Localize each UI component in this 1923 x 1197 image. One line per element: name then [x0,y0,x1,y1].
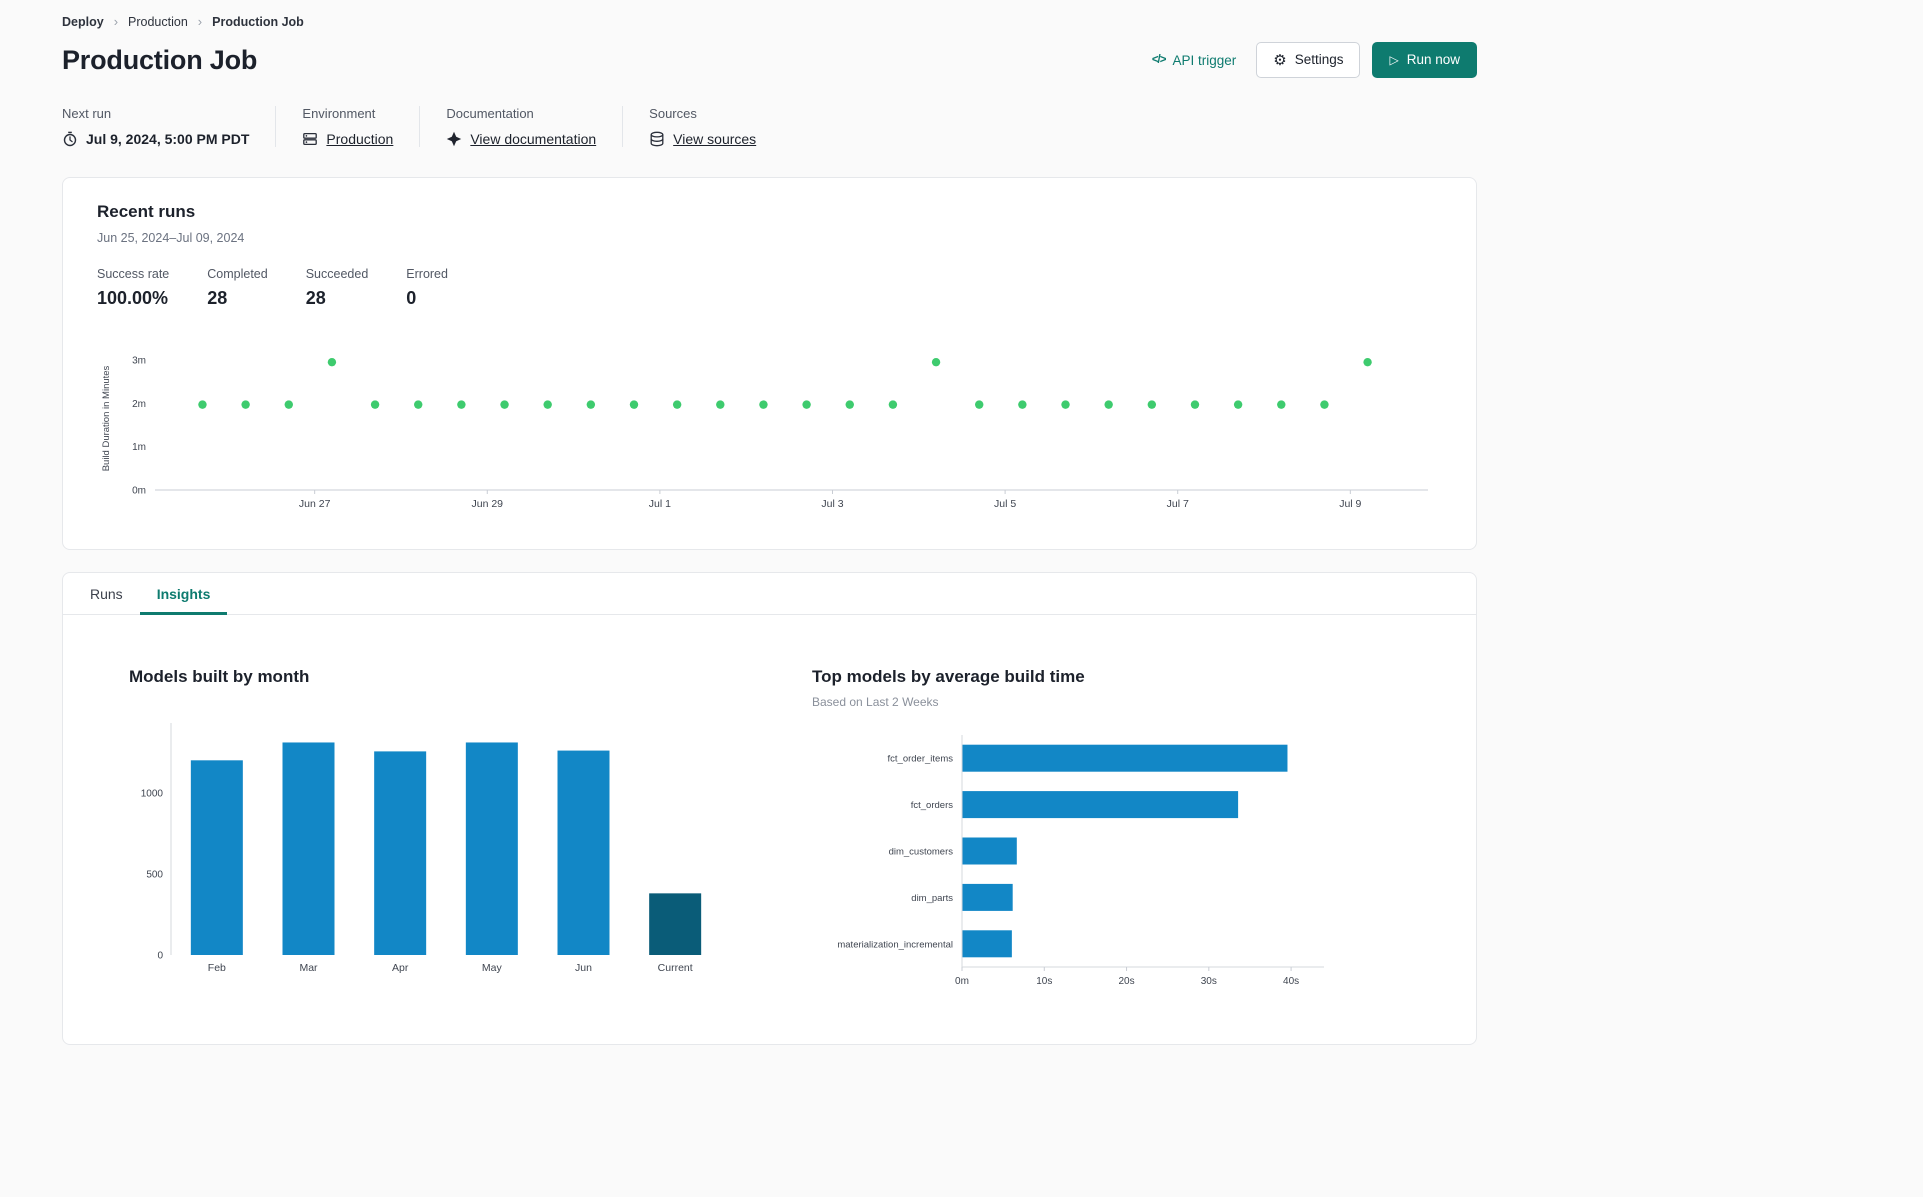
svg-text:Current: Current [658,962,693,974]
recent-runs-title: Recent runs [97,202,196,222]
environment-link[interactable]: Production [326,131,393,147]
svg-text:Apr: Apr [392,962,409,974]
documentation-label: Documentation [446,106,534,122]
svg-text:Jun 29: Jun 29 [472,498,504,510]
models-built-panel: Models built by month 0 500 1000 Feb Mar Apr M… [129,667,812,1002]
tab-insights[interactable]: Insights [139,573,228,616]
svg-text:0m: 0m [132,486,146,497]
svg-text:Jul 3: Jul 3 [821,498,843,510]
svg-text:30s: 30s [1201,976,1217,987]
svg-text:Jul 5: Jul 5 [994,498,1016,510]
svg-text:Jul 1: Jul 1 [649,498,671,510]
svg-text:Jun 27: Jun 27 [299,498,331,510]
svg-text:0: 0 [157,951,163,962]
sources-cell: Sources View sources [622,106,782,148]
recent-runs-stats: Success rate 100.00% Completed 28 Succee… [97,267,1442,309]
svg-text:Jul 7: Jul 7 [1167,498,1189,510]
svg-text:20s: 20s [1118,976,1134,987]
svg-text:Jun: Jun [575,962,592,974]
gear-icon: ⚙ [1273,51,1287,69]
run-now-label: Run now [1406,52,1460,67]
svg-text:10s: 10s [1036,976,1052,987]
environment-icon [302,131,318,147]
chevron-right-icon: › [197,14,203,29]
page-header: Production Job </> API trigger ⚙ Setting… [62,42,1477,79]
view-sources-link[interactable]: View sources [673,131,756,147]
run-now-button[interactable]: ▷ Run now [1372,42,1477,79]
page-container: Deploy › Production › Production Job Pro… [62,0,1477,1075]
code-icon: </> [1151,54,1167,67]
sources-label: Sources [649,106,697,122]
svg-text:3m: 3m [132,356,146,367]
database-icon [649,131,665,147]
svg-text:fct_orders: fct_orders [911,800,953,811]
top-models-subtitle: Based on Last 2 Weeks [812,695,939,710]
breadcrumb-deploy[interactable]: Deploy [62,15,104,29]
svg-text:Mar: Mar [299,962,318,974]
chevron-right-icon: › [113,14,119,29]
recent-runs-card: Recent runs Jun 25, 2024–Jul 09, 2024 Su… [62,177,1477,551]
svg-text:40s: 40s [1283,976,1299,987]
job-detail-card: Runs Insights Models built by month 0 500… [62,572,1477,1046]
insights-panel: Models built by month 0 500 1000 Feb Mar Apr M… [63,615,1476,1044]
breadcrumb-production-job: Production Job [212,14,304,29]
svg-text:Build Duration in Minutes: Build Duration in Minutes [101,366,112,472]
recent-runs-date-range: Jun 25, 2024–Jul 09, 2024 [97,231,245,246]
page-title: Production Job [62,44,258,75]
settings-label: Settings [1294,52,1344,67]
breadcrumb: Deploy › Production › Production Job [62,0,1477,29]
tab-bar: Runs Insights [63,573,1476,616]
environment-cell: Environment Production [275,106,419,148]
breadcrumb-production[interactable]: Production [128,15,188,29]
top-models-title: Top models by average build time [812,667,1085,687]
settings-button[interactable]: ⚙ Settings [1256,42,1361,79]
api-trigger-label: API trigger [1172,52,1237,68]
svg-text:1000: 1000 [141,788,164,799]
documentation-cell: Documentation View documentation [419,106,622,148]
svg-text:dim_parts: dim_parts [911,893,953,904]
svg-text:Feb: Feb [208,962,226,974]
view-documentation-link[interactable]: View documentation [470,131,596,147]
build-duration-scatter-chart: 0m 1m 2m 3m Jun 27 Jun 29 Jul 1 Jul 3 Jul 5 Jul 7… [97,333,1442,523]
job-info-row: Next run Jul 9, 2024, 5:00 PM PDT Enviro… [62,106,1477,148]
stat-success-rate: Success rate 100.00% [97,267,170,309]
svg-text:May: May [482,962,503,974]
svg-text:1m: 1m [132,442,146,453]
stat-errored: Errored 0 [406,267,448,309]
top-models-chart: 0m 10s 20s 30s 40s fct_order_items fct_ordersd… [812,725,1456,1002]
clock-icon [62,131,78,147]
play-icon: ▷ [1389,53,1399,68]
tab-runs[interactable]: Runs [73,573,140,615]
environment-label: Environment [302,106,376,122]
models-built-title: Models built by month [129,667,310,687]
svg-text:2m: 2m [132,399,146,410]
dbt-docs-icon [446,131,462,147]
api-trigger-link[interactable]: </> API trigger [1152,53,1236,68]
next-run-value: Jul 9, 2024, 5:00 PM PDT [86,131,250,148]
svg-text:materialization_incremental: materialization_incremental [837,939,953,950]
svg-text:Jul 9: Jul 9 [1339,498,1361,510]
next-run-label: Next run [62,106,112,122]
header-actions: </> API trigger ⚙ Settings ▷ Run now [1152,42,1477,79]
svg-text:fct_order_items: fct_order_items [888,754,954,765]
svg-text:0m: 0m [955,976,969,987]
svg-text:dim_customers: dim_customers [889,847,954,858]
top-models-panel: Top models by average build time Based o… [812,667,1456,1002]
svg-text:500: 500 [146,870,163,881]
next-run-cell: Next run Jul 9, 2024, 5:00 PM PDT [62,106,275,147]
stat-succeeded: Succeeded 28 [305,267,369,309]
stat-completed: Completed 28 [207,267,268,309]
models-built-chart: 0 500 1000 Feb Mar Apr May Jun Current [129,713,812,986]
